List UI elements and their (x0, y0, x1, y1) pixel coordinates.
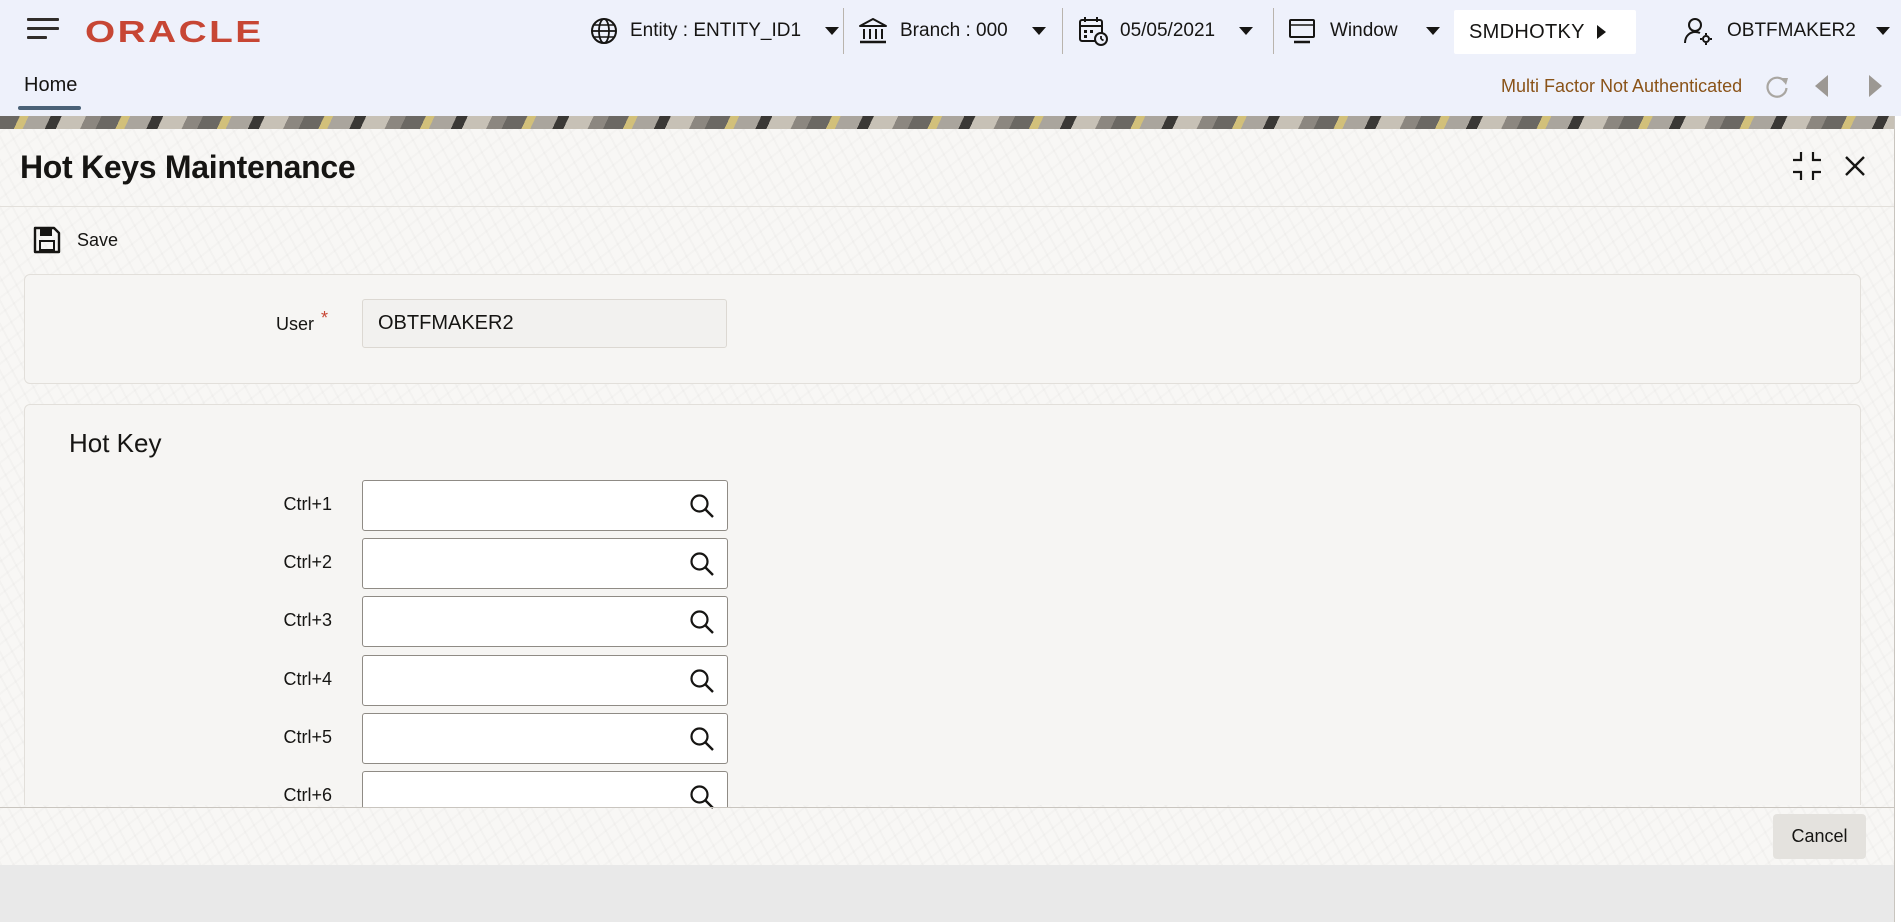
hotkey-label: Ctrl+1 (132, 494, 332, 515)
hamburger-menu-icon[interactable] (27, 16, 59, 42)
date-label: 05/05/2021 (1120, 20, 1215, 42)
chevron-down-icon (1239, 27, 1253, 35)
page-title: Hot Keys Maintenance (20, 149, 355, 186)
go-arrow-icon[interactable] (1597, 25, 1606, 39)
search-icon[interactable] (689, 609, 715, 635)
user-gear-icon (1683, 16, 1713, 46)
calendar-icon (1078, 16, 1108, 46)
entity-selector[interactable]: Entity : ENTITY_ID1 (590, 11, 839, 51)
hotkey-label: Ctrl+6 (132, 785, 332, 806)
date-selector[interactable]: 05/05/2021 (1078, 11, 1253, 51)
tab-scroll-left-icon[interactable] (1815, 75, 1828, 97)
hotkey-input[interactable] (362, 480, 728, 531)
branch-selector[interactable]: Branch : 000 (858, 11, 1046, 51)
footer-divider (0, 807, 1894, 808)
user-field[interactable] (362, 299, 727, 348)
bank-icon (858, 17, 888, 45)
hotkey-label: Ctrl+2 (132, 552, 332, 573)
refresh-icon[interactable] (1764, 74, 1790, 100)
quick-function-value: SMDHOTKY (1469, 21, 1585, 44)
cancel-button[interactable]: Cancel (1773, 814, 1866, 859)
collapse-icon[interactable] (1792, 151, 1822, 181)
user-name: OBTFMAKER2 (1727, 20, 1856, 42)
user-menu[interactable]: OBTFMAKER2 (1683, 11, 1890, 51)
window-icon (1288, 17, 1316, 45)
hotkey-input[interactable] (362, 596, 728, 647)
tab-scroll-right-icon[interactable] (1869, 75, 1882, 97)
divider (0, 206, 1894, 207)
divider (843, 8, 844, 54)
app-header: ORACLE Entity : ENTITY_ID1 Branch : 000 (0, 0, 1901, 116)
branch-label: Branch : 000 (900, 20, 1008, 42)
divider (1062, 8, 1063, 54)
chevron-down-icon (825, 27, 839, 35)
quick-function-field[interactable]: SMDHOTKY (1454, 10, 1636, 54)
save-label: Save (77, 230, 118, 251)
hotkey-section-title: Hot Key (69, 428, 162, 459)
hotkey-input[interactable] (362, 713, 728, 764)
entity-label: Entity : ENTITY_ID1 (630, 20, 801, 42)
hotkey-label: Ctrl+3 (132, 610, 332, 631)
decorative-banner (0, 116, 1901, 129)
tab-home[interactable]: Home (24, 74, 77, 97)
search-icon[interactable] (689, 726, 715, 752)
save-button[interactable]: Save (33, 224, 118, 256)
save-icon (33, 226, 61, 254)
chevron-down-icon (1032, 27, 1046, 35)
search-icon[interactable] (689, 551, 715, 577)
status-strip (0, 865, 1894, 922)
globe-icon (590, 17, 618, 45)
hotkey-input[interactable] (362, 538, 728, 589)
hotkey-label: Ctrl+5 (132, 727, 332, 748)
required-indicator: * (321, 308, 328, 329)
oracle-logo: ORACLE (85, 14, 228, 50)
chevron-down-icon (1876, 27, 1890, 35)
mfa-status: Multi Factor Not Authenticated (1501, 76, 1742, 97)
divider (1273, 8, 1274, 54)
tab-active-indicator (18, 106, 81, 110)
hotkey-input[interactable] (362, 771, 728, 807)
window-label: Window (1330, 20, 1398, 42)
search-icon[interactable] (689, 668, 715, 694)
window-menu[interactable]: Window (1288, 11, 1440, 51)
search-icon[interactable] (689, 493, 715, 519)
close-icon[interactable] (1844, 155, 1866, 177)
chevron-down-icon (1426, 27, 1440, 35)
hotkey-label: Ctrl+4 (132, 669, 332, 690)
window-edge (1894, 116, 1901, 922)
user-label: User (114, 314, 314, 335)
hotkey-input[interactable] (362, 655, 728, 706)
